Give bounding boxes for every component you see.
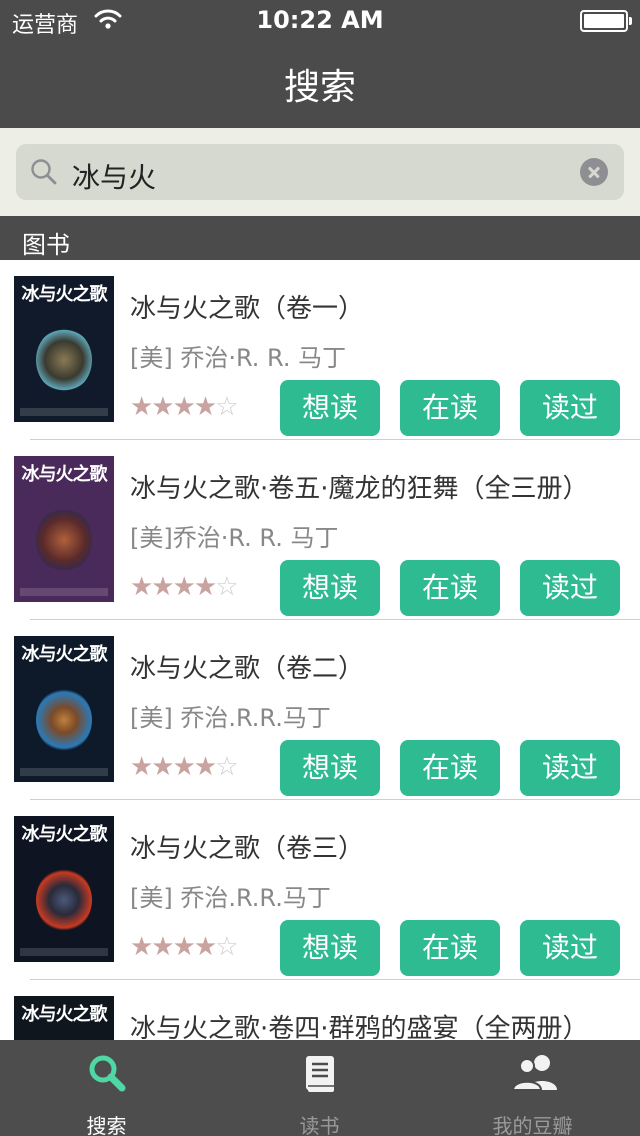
cover-title: 冰与火之歌	[21, 1004, 108, 1025]
cover-title: 冰与火之歌	[21, 284, 108, 305]
search-bar: 冰与火	[0, 128, 640, 216]
book-icon	[298, 1052, 342, 1096]
people-icon	[511, 1052, 557, 1096]
book-author: [美] 乔治·R. R. 马丁	[130, 344, 347, 372]
book-author: [美] 乔治.R.R.马丁	[130, 704, 331, 732]
rating-stars: ★★★★☆	[130, 392, 239, 422]
want-to-read-button[interactable]: 想读	[280, 740, 380, 796]
search-query: 冰与火	[72, 161, 157, 194]
tab-label: 搜索	[86, 1114, 127, 1136]
page-title: 搜索	[283, 67, 356, 108]
cover-title: 冰与火之歌	[21, 464, 108, 485]
book-author: [美]乔治·R. R. 马丁	[130, 524, 339, 552]
book-cover: 冰与火之歌	[14, 276, 114, 422]
book-author: [美] 乔治.R.R.马丁	[130, 884, 331, 912]
tab-label: 读书	[299, 1114, 340, 1136]
list-item[interactable]: 冰与火之歌 冰与火之歌·卷四·群鸦的盛宴（全两册） ★★★★☆ 想读 在读 读过	[0, 980, 640, 1040]
want-to-read-button[interactable]: 想读	[280, 920, 380, 976]
want-to-read-button[interactable]: 想读	[280, 380, 380, 436]
clear-icon[interactable]	[580, 158, 608, 186]
tab-label: 我的豆瓣	[492, 1114, 573, 1136]
book-title: 冰与火之歌·卷四·群鸦的盛宴（全两册）	[130, 1014, 589, 1040]
book-title: 冰与火之歌（卷三）	[130, 834, 365, 864]
status-time: 10:22 AM	[256, 6, 384, 34]
book-title: 冰与火之歌（卷二）	[130, 654, 365, 684]
book-cover: 冰与火之歌	[14, 456, 114, 602]
have-read-button[interactable]: 读过	[520, 380, 620, 436]
rating-stars: ★★★★☆	[130, 572, 239, 602]
tab-search[interactable]: 搜索	[0, 1040, 213, 1136]
book-cover: 冰与火之歌	[14, 636, 114, 782]
have-read-button[interactable]: 读过	[520, 740, 620, 796]
rating-stars: ★★★★☆	[130, 932, 239, 962]
book-title: 冰与火之歌·卷五·魔龙的狂舞（全三册）	[130, 474, 589, 504]
have-read-button[interactable]: 读过	[520, 920, 620, 976]
status-bar: 运营商 10:22 AM	[0, 0, 640, 40]
book-list[interactable]: 冰与火之歌 冰与火之歌（卷一） [美] 乔治·R. R. 马丁 ★★★★☆ 想读…	[0, 260, 640, 1040]
reading-button[interactable]: 在读	[400, 380, 500, 436]
rating-stars: ★★★★☆	[130, 752, 239, 782]
tab-reading[interactable]: 读书	[213, 1040, 426, 1136]
book-cover: 冰与火之歌	[14, 816, 114, 962]
search-icon	[85, 1052, 129, 1096]
reading-button[interactable]: 在读	[400, 560, 500, 616]
cover-emblem-icon	[36, 868, 92, 932]
cover-emblem-icon	[36, 328, 92, 392]
book-title: 冰与火之歌（卷一）	[130, 294, 365, 324]
cover-emblem-icon	[36, 688, 92, 752]
book-cover: 冰与火之歌	[14, 996, 114, 1040]
want-to-read-button[interactable]: 想读	[280, 560, 380, 616]
search-input[interactable]: 冰与火	[16, 144, 624, 200]
reading-button[interactable]: 在读	[400, 920, 500, 976]
section-header: 图书	[0, 216, 640, 260]
cover-title: 冰与火之歌	[21, 644, 108, 665]
battery-icon	[580, 10, 632, 32]
search-icon	[30, 158, 58, 190]
have-read-button[interactable]: 读过	[520, 560, 620, 616]
list-item[interactable]: 冰与火之歌 冰与火之歌（卷二） [美] 乔治.R.R.马丁 ★★★★☆ 想读 在…	[0, 620, 640, 800]
list-item[interactable]: 冰与火之歌 冰与火之歌（卷一） [美] 乔治·R. R. 马丁 ★★★★☆ 想读…	[0, 260, 640, 440]
list-item[interactable]: 冰与火之歌 冰与火之歌（卷三） [美] 乔治.R.R.马丁 ★★★★☆ 想读 在…	[0, 800, 640, 980]
list-item[interactable]: 冰与火之歌 冰与火之歌·卷五·魔龙的狂舞（全三册） [美]乔治·R. R. 马丁…	[0, 440, 640, 620]
navigation-bar: 搜索	[0, 40, 640, 128]
cover-title: 冰与火之歌	[21, 824, 108, 845]
tab-bar: 搜索 读书 我的豆瓣	[0, 1040, 640, 1136]
cover-emblem-icon	[36, 508, 92, 572]
tab-my-douban[interactable]: 我的豆瓣	[426, 1040, 639, 1136]
reading-button[interactable]: 在读	[400, 740, 500, 796]
